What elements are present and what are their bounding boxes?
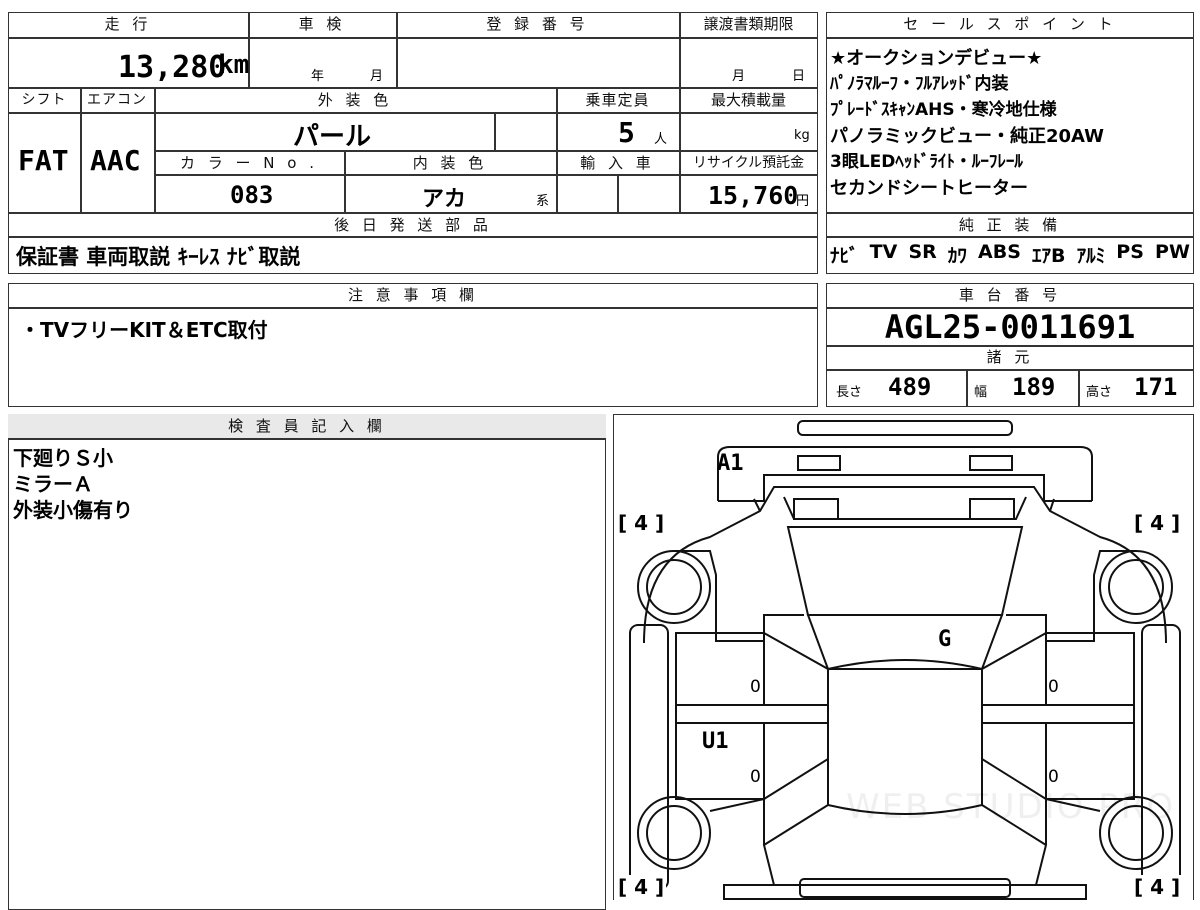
- equipment-item: PS: [1116, 241, 1144, 263]
- interior-color-header: 内 装 色: [412, 154, 488, 172]
- inspection-month-label: 月: [370, 69, 384, 84]
- tire-front-right: [1099, 550, 1173, 624]
- sales-point-line: ﾌﾟﾚｰﾄﾞｽｷｬﾝAHS・寒冷地仕様: [830, 100, 1057, 120]
- height-label: 高さ: [1086, 385, 1113, 400]
- damage-mark-u1: U1: [702, 729, 729, 754]
- inspector-line: 外装小傷有り: [13, 498, 133, 522]
- width-value: 189: [1012, 373, 1056, 401]
- notes-value: ・TVフリーKIT＆ETC取付: [20, 318, 268, 342]
- shift-header: シフト: [21, 92, 67, 108]
- transfer-day-label: 日: [792, 69, 806, 84]
- inspection-header: 車 検: [298, 15, 346, 33]
- vehicle-info-table: 走 行 車 検 登 録 番 号 譲渡書類期限 13,280 km 年 月 月 日…: [8, 12, 818, 274]
- inspector-line: ミラーＡ: [13, 472, 93, 496]
- capacity-header: 乗車定員: [585, 91, 650, 109]
- sales-point-line: ★オークションデビュー★: [830, 48, 1043, 69]
- exterior-color-value: パール: [293, 122, 372, 152]
- tire-rear-left: [637, 796, 711, 870]
- sales-point-line: ﾊﾟﾉﾗﾏﾙｰﾌ・ﾌﾙｱﾚｯﾄﾞ内装: [830, 74, 1009, 94]
- aircon-value: AAC: [90, 144, 141, 177]
- equipment-header: 純 正 装 備: [958, 216, 1062, 234]
- damage-mark-g: G: [938, 627, 952, 652]
- damage-mark-a1: A1: [717, 451, 744, 476]
- max-load-header: 最大積載量: [710, 91, 786, 109]
- left-sill-outline: [629, 624, 669, 890]
- max-load-unit: kg: [794, 128, 810, 143]
- mileage-header: 走 行: [104, 15, 152, 33]
- later-parts-value: 保証書 車両取説 ｷｰﾚｽ ﾅﾋﾞ取説: [16, 245, 301, 269]
- equipment-item: PW: [1155, 241, 1190, 263]
- inspection-year-label: 年: [311, 69, 325, 84]
- car-outline-svg: [629, 420, 1181, 900]
- door-mark-zero: 0: [750, 767, 761, 787]
- sales-points-header: セ ー ル ス ポ イ ン ト: [903, 15, 1117, 33]
- tire-tread-front-right: [ 4 ]: [1132, 511, 1183, 535]
- color-no-value: 083: [230, 181, 274, 209]
- door-mark-zero: 0: [750, 677, 761, 697]
- tire-tread-front-left: [ 4 ]: [616, 511, 667, 535]
- chassis-number: AGL25-0011691: [884, 308, 1136, 346]
- sales-point-line: セカンドシートヒーター: [830, 178, 1028, 199]
- car-condition-diagram: A1 G U1 0 0 0 0 [ 4 ] [ 4 ] [ 4 ] [ 4 ] …: [613, 414, 1194, 900]
- mileage-value: 13,280: [118, 50, 227, 85]
- recycle-header: リサイクル預託金: [692, 155, 805, 171]
- equipment-item: ｱﾙﾐ: [1076, 245, 1106, 267]
- interior-color-suffix: 系: [536, 194, 550, 209]
- inspector-line: 下廻りＳ小: [13, 446, 113, 470]
- transfer-header: 譲渡書類期限: [703, 15, 794, 33]
- equipment-item: SR: [908, 241, 937, 263]
- chassis-panel: 車 台 番 号 AGL25-0011691 諸 元 長さ 489 幅 189 高…: [826, 283, 1194, 407]
- right-sill-outline: [1141, 624, 1181, 890]
- door-mark-zero: 0: [1048, 767, 1059, 787]
- inspector-header: 検 査 員 記 入 欄: [228, 417, 386, 435]
- mileage-unit: km: [218, 50, 250, 80]
- equipment-item: ｶﾜ: [947, 245, 967, 267]
- sales-point-line: パノラミックビュー・純正20AW: [830, 126, 1105, 147]
- equipment-item: ｴｱB: [1032, 245, 1066, 267]
- sales-points-panel: セ ー ル ス ポ イ ン ト ★オークションデビュー★ ﾊﾟﾉﾗﾏﾙｰﾌ・ﾌﾙ…: [826, 12, 1194, 274]
- tire-tread-rear-right: [ 4 ]: [1132, 875, 1183, 899]
- specs-header: 諸 元: [986, 348, 1034, 366]
- headlight-right-outline: [969, 455, 1013, 471]
- capacity-value: 5: [618, 116, 635, 149]
- windshield-outline: [786, 526, 1024, 616]
- right-front-door-outline: [1045, 632, 1135, 706]
- front-bumper-outline: [797, 420, 1013, 436]
- length-value: 489: [888, 373, 932, 401]
- transfer-month-label: 月: [732, 69, 746, 84]
- sales-point-line: 3眼LEDﾍｯﾄﾞﾗｲﾄ・ﾙｰﾌﾚｰﾙ: [830, 152, 1023, 172]
- recycle-value: 15,760: [708, 181, 799, 210]
- tire-tread-rear-left: [ 4 ]: [616, 875, 667, 899]
- equipment-item: ABS: [978, 241, 1021, 263]
- shift-value: FAT: [18, 144, 69, 177]
- later-parts-header: 後 日 発 送 部 品: [334, 216, 492, 234]
- registration-header: 登 録 番 号: [486, 15, 589, 33]
- exterior-color-header: 外 装 色: [317, 91, 393, 109]
- equipment-item: ﾅﾋﾞ: [830, 245, 859, 267]
- inspector-panel: 検 査 員 記 入 欄 下廻りＳ小 ミラーＡ 外装小傷有り: [8, 414, 606, 910]
- interior-color-value: アカ: [422, 187, 467, 212]
- capacity-unit: 人: [654, 132, 668, 147]
- chassis-header: 車 台 番 号: [958, 286, 1062, 304]
- recycle-unit: 円: [796, 194, 810, 209]
- tire-front-left: [637, 550, 711, 624]
- watermark: WEB STUDIO PRO: [846, 787, 1176, 827]
- color-no-header: カ ラ ー N o .: [179, 154, 318, 172]
- width-label: 幅: [974, 385, 988, 400]
- aircon-header: エアコン: [87, 92, 147, 108]
- door-mark-zero: 0: [1048, 677, 1059, 697]
- notes-header: 注 意 事 項 欄: [347, 286, 479, 304]
- equipment-item: TV: [869, 241, 898, 263]
- equipment-list: ﾅﾋﾞ TV SR ｶﾜ ABS ｴｱB ｱﾙﾐ PS PW: [830, 241, 1190, 268]
- import-header: 輸 入 車: [580, 154, 655, 172]
- body-top-outline: [643, 486, 1167, 644]
- length-label: 長さ: [836, 385, 863, 400]
- front-grille-outline: [783, 496, 1027, 520]
- height-value: 171: [1134, 373, 1178, 401]
- notes-panel: 注 意 事 項 欄 ・TVフリーKIT＆ETC取付: [8, 283, 818, 407]
- headlight-left-outline: [797, 455, 841, 471]
